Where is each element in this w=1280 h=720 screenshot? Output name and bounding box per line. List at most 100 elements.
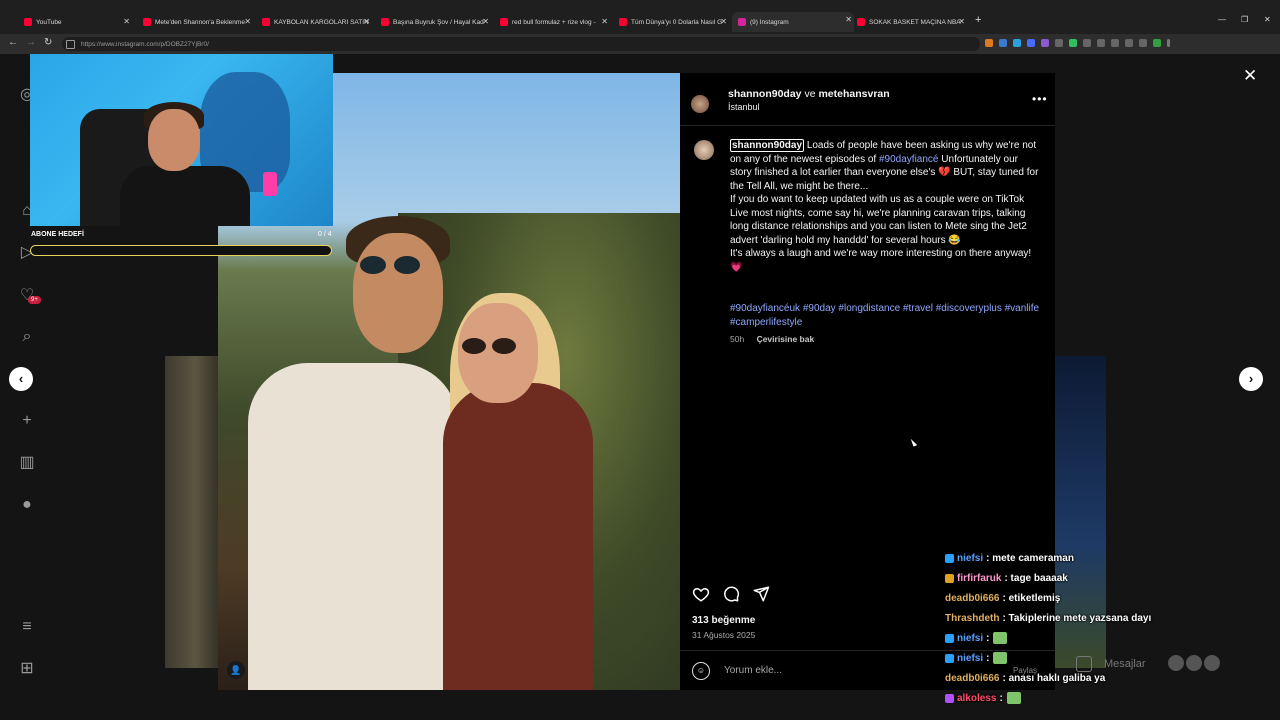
chat-message: firfirfaruk: tage baaaak (945, 568, 1275, 588)
chat-username: deadb0i666 (945, 672, 1000, 684)
tab-tum-dunya[interactable]: Tüm Dünya'yı 0 Dolarla Nasıl G ✕ (619, 14, 729, 30)
close-window-button[interactable]: ✕ (1264, 15, 1271, 24)
tab-kaybolan-kargolar[interactable]: KAYBOLAN KARGOLARI SATIN ✕ (262, 14, 372, 30)
author-avatar[interactable] (691, 95, 709, 113)
chat-text: : etiketlemiş (1002, 592, 1061, 604)
close-tab-icon[interactable]: ✕ (601, 17, 608, 26)
chat-badge-icon (945, 693, 954, 703)
menu-icon[interactable] (1167, 39, 1170, 47)
close-tab-icon[interactable]: ✕ (845, 15, 852, 24)
youtube-icon (262, 18, 270, 26)
chat-message: deadb0i666: etiketlemiş (945, 588, 1275, 608)
chat-username: deadb0i666 (945, 592, 1000, 604)
close-tab-icon[interactable]: ✕ (244, 17, 251, 26)
extension-icon[interactable] (1041, 39, 1049, 47)
back-icon[interactable]: ← (8, 37, 18, 48)
tab-instagram[interactable]: (9) Instagram ✕ (732, 12, 854, 32)
tab-youtube[interactable]: YouTube ✕ (24, 14, 132, 30)
post-location[interactable]: İstanbul (728, 102, 760, 112)
extension-icon[interactable] (1097, 39, 1105, 47)
extension-icon[interactable] (985, 39, 993, 47)
chat-text: : (999, 692, 1003, 704)
like-icon[interactable] (692, 585, 710, 603)
extension-icon[interactable] (1027, 39, 1035, 47)
tagged-users-icon[interactable]: 👤 (227, 661, 245, 679)
profile-avatar[interactable] (1153, 39, 1161, 47)
comment-input[interactable] (722, 664, 926, 677)
forward-icon[interactable]: → (26, 37, 36, 48)
more-menu-icon[interactable]: ≡ (18, 618, 36, 636)
close-tab-icon[interactable]: ✕ (958, 17, 965, 26)
tab-red-bull[interactable]: red bull formulaz + rize vlog - ✕ (500, 14, 610, 30)
next-post-button[interactable]: › (1239, 367, 1263, 391)
extension-icon[interactable] (1111, 39, 1119, 47)
chat-username: firfirfaruk (957, 572, 1002, 584)
tab-sokak-basket[interactable]: SOKAK BASKET MAÇINA NBA ✕ (857, 14, 967, 30)
puzzle-icon[interactable] (1139, 39, 1147, 47)
chat-message: niefsi: (945, 628, 1275, 648)
url-field[interactable]: https://www.instagram.com/p/DOBZ27YjBr0/ (62, 37, 980, 51)
more-options-icon[interactable]: ••• (1032, 92, 1048, 106)
emoji-icon[interactable]: ☺ (692, 662, 710, 680)
chat-username: niefsi (957, 552, 984, 564)
caption-meta: 50h Çevirisine bak (730, 334, 814, 344)
chat-emote-icon (1006, 692, 1021, 704)
sunglasses (462, 338, 522, 359)
reload-icon[interactable]: ↻ (44, 37, 52, 48)
chat-badge-icon (945, 653, 954, 663)
stream-chat: niefsi: mete cameraman firfirfaruk: tage … (945, 548, 1275, 708)
subscriber-goal-bar (30, 245, 332, 256)
chat-text: : anası haklı galiba ya (1002, 672, 1106, 684)
subscriber-goal-label: ABONE HEDEFİ (31, 231, 84, 238)
chat-text: : (986, 632, 990, 644)
youtube-icon (619, 18, 627, 26)
chat-message: alkoless: (945, 688, 1275, 708)
tab-mete-shannon[interactable]: Mete'den Shannon'a Beklenme ✕ (143, 14, 253, 30)
post-authors: shannon90day ve metehansvran (728, 88, 890, 100)
extension-icon[interactable] (1013, 39, 1021, 47)
chat-username: niefsi (957, 652, 984, 664)
previous-post-button[interactable]: ‹ (9, 367, 33, 391)
man-face (353, 233, 443, 353)
close-icon[interactable]: ✕ (1243, 66, 1257, 86)
chat-text: : tage baaaak (1004, 572, 1068, 584)
subscriber-goal-count: 0 / 4 (318, 231, 332, 238)
profile-avatar-icon[interactable]: ● (18, 496, 36, 514)
restore-button[interactable]: ❐ (1241, 15, 1248, 24)
caption-avatar[interactable] (694, 140, 714, 160)
like-count[interactable]: 313 beğenme (692, 615, 755, 626)
extension-icon[interactable] (1055, 39, 1063, 47)
instagram-icon (738, 18, 746, 26)
close-tab-icon[interactable]: ✕ (363, 17, 370, 26)
search-icon[interactable]: ⌕ (18, 328, 36, 346)
minimize-button[interactable]: — (1218, 15, 1226, 24)
caption-hashtags[interactable]: #90dayfiancéuk #90day #longdistance #tra… (730, 302, 1040, 329)
chat-username: Thrashdeth (945, 612, 1000, 624)
insights-icon[interactable]: ▥ (18, 454, 36, 472)
caption-hashtag[interactable]: #90dayfiancé (879, 154, 939, 165)
close-tab-icon[interactable]: ✕ (123, 17, 130, 26)
extension-icon[interactable] (1069, 39, 1077, 47)
post-date: 31 Ağustos 2025 (692, 630, 756, 640)
create-icon[interactable]: + (18, 412, 36, 430)
close-tab-icon[interactable]: ✕ (482, 17, 489, 26)
collab-username[interactable]: metehansvran (818, 88, 889, 100)
notification-badge: 9+ (28, 296, 41, 304)
apps-icon[interactable]: ⊞ (18, 660, 36, 678)
extension-icon[interactable] (999, 39, 1007, 47)
streamer-body (120, 166, 250, 226)
close-tab-icon[interactable]: ✕ (720, 17, 727, 26)
woman-figure (443, 383, 593, 690)
chat-username: niefsi (957, 632, 984, 644)
see-translation-link[interactable]: Çevirisine bak (757, 334, 815, 344)
site-info-icon[interactable] (66, 39, 75, 49)
extension-icon[interactable] (1083, 39, 1091, 47)
extension-icon[interactable] (1125, 39, 1133, 47)
author-connector: ve (804, 88, 816, 100)
author-username[interactable]: shannon90day (728, 88, 802, 100)
caption-username[interactable]: shannon90day (730, 139, 805, 152)
new-tab-button[interactable]: + (975, 14, 981, 26)
share-icon[interactable] (752, 585, 770, 603)
tab-basina-buyruk[interactable]: Başına Buyruk Şov / Hayal Kad ✕ (381, 14, 491, 30)
comment-icon[interactable] (722, 585, 740, 603)
